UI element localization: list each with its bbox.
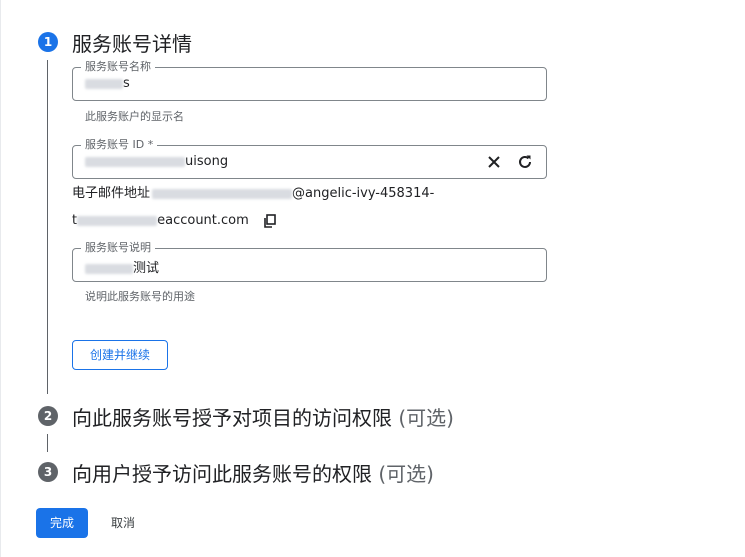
description-field-value[interactable]: 测试 — [85, 257, 159, 276]
redacted-text — [77, 215, 158, 226]
copy-icon[interactable] — [260, 211, 280, 231]
name-field-hint: 此服务账户的显示名 — [85, 110, 184, 123]
cancel-button[interactable]: 取消 — [100, 508, 146, 538]
redacted-text — [85, 78, 123, 89]
email-line-2: t eaccount.com — [72, 213, 249, 228]
close-icon[interactable] — [484, 152, 504, 172]
description-field-label: 服务账号说明 — [81, 241, 155, 255]
redacted-text — [152, 188, 293, 199]
step-3-badge: 3 — [38, 462, 58, 482]
page-left-border — [0, 0, 1, 557]
service-account-id-field[interactable]: 服务账号 ID * uisong — [72, 138, 547, 179]
step-1-title[interactable]: 服务账号详情 — [72, 28, 192, 57]
service-account-name-field[interactable]: 服务账号名称 s — [72, 60, 547, 101]
step-2-badge: 2 — [38, 406, 58, 426]
id-field-label: 服务账号 ID * — [81, 138, 158, 152]
step-2-rail — [47, 434, 48, 452]
name-field-value[interactable]: s — [85, 76, 130, 91]
done-button[interactable]: 完成 — [36, 508, 88, 538]
redacted-text — [85, 263, 133, 274]
step-1-rail — [47, 60, 48, 394]
create-and-continue-button[interactable]: 创建并继续 — [72, 340, 168, 370]
step-2-title[interactable]: 向此服务账号授予对项目的访问权限 (可选) — [72, 402, 454, 431]
redacted-text — [85, 156, 185, 167]
step-3-title[interactable]: 向用户授予访问此服务账号的权限 (可选) — [72, 458, 434, 487]
id-field-value[interactable]: uisong — [85, 154, 228, 169]
refresh-icon[interactable] — [515, 152, 535, 172]
name-field-label: 服务账号名称 — [81, 60, 155, 74]
description-field-hint: 说明此服务账号的用途 — [85, 290, 195, 303]
service-account-description-field[interactable]: 服务账号说明 测试 — [72, 241, 547, 282]
email-line-1: 电子邮件地址 @angelic-ivy-458314- — [72, 186, 435, 201]
step-1-badge: 1 — [38, 32, 58, 52]
